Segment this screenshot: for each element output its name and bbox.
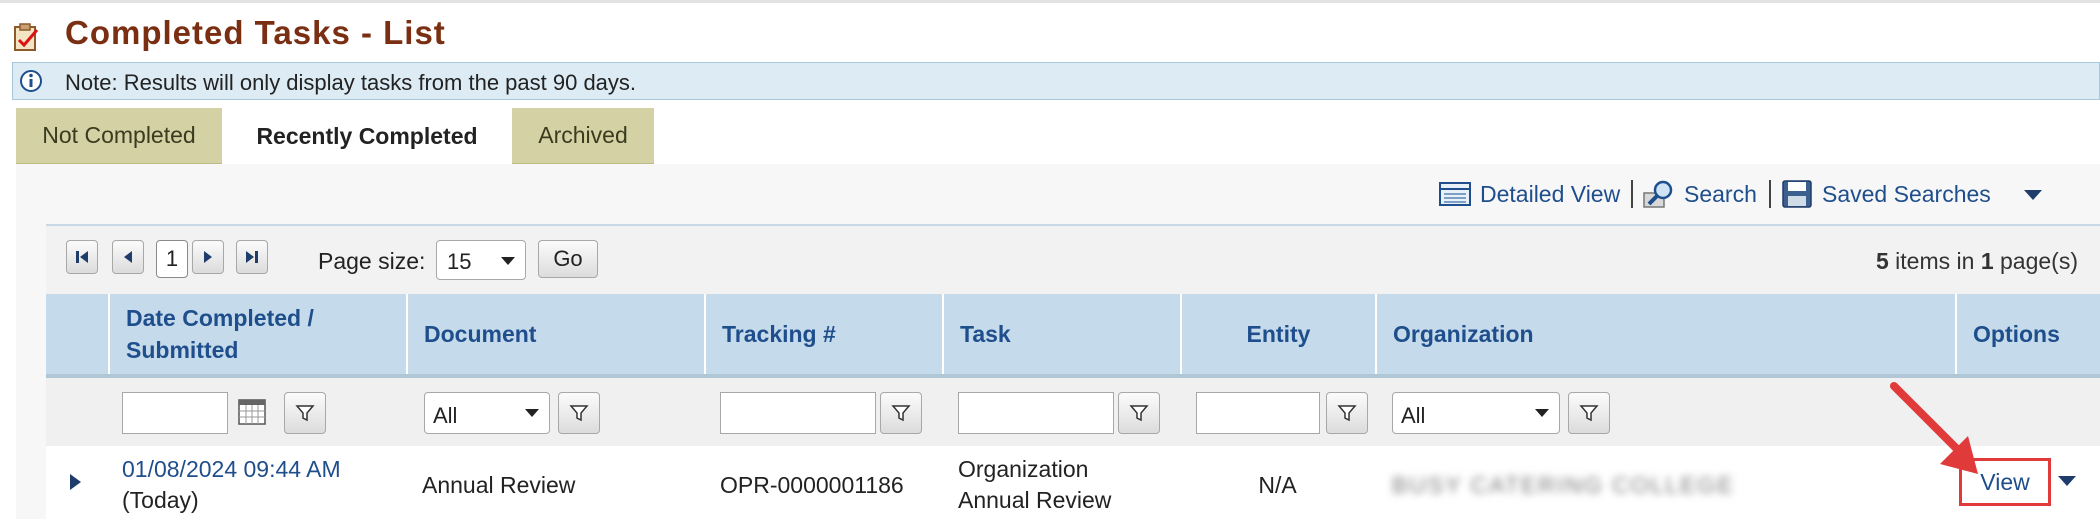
document-filter-button[interactable] xyxy=(558,392,600,434)
items-info: 5 items in 1 page(s) xyxy=(1876,248,2078,275)
date-filter-button[interactable] xyxy=(284,392,326,434)
search-label: Search xyxy=(1684,180,1757,207)
first-page-button[interactable] xyxy=(66,240,98,274)
column-date-line2: Submitted xyxy=(126,337,239,363)
clipboard-check-icon xyxy=(14,23,39,51)
task-filter-button[interactable] xyxy=(1118,392,1160,434)
organization-cell: BUSY CATERING COLLEGE xyxy=(1392,472,1735,498)
organization-filter-value: All xyxy=(1401,403,1426,428)
task-line1: Organization xyxy=(958,456,1089,482)
tab-recently-completed[interactable]: Recently Completed xyxy=(226,108,508,164)
entity-filter-input[interactable] xyxy=(1196,392,1320,434)
filter-row: All All xyxy=(46,378,2100,446)
tracking-filter-input[interactable] xyxy=(720,392,876,434)
chevron-down-icon xyxy=(501,257,515,265)
toolbar-separator xyxy=(1769,180,1771,208)
tab-archived[interactable]: Archived xyxy=(512,108,654,164)
pager: 1 Page size: 15 Go 5 items in 1 page(s) xyxy=(46,226,2100,294)
filter-icon xyxy=(569,405,589,422)
filter-icon xyxy=(1579,405,1599,422)
last-page-icon xyxy=(246,251,258,263)
date-completed-cell: 01/08/2024 09:44 AM (Today) xyxy=(122,454,341,516)
go-button[interactable]: Go xyxy=(538,240,598,278)
tracking-cell: OPR-0000001186 xyxy=(720,472,904,498)
items-text-2: page(s) xyxy=(1993,248,2078,274)
document-filter-select[interactable]: All xyxy=(424,392,550,434)
expand-column-header xyxy=(46,294,108,374)
column-entity[interactable]: Entity xyxy=(1180,294,1375,374)
tab-not-completed[interactable]: Not Completed xyxy=(16,108,222,164)
column-date-completed[interactable]: Date Completed / Submitted xyxy=(108,294,406,374)
organization-filter-select[interactable]: All xyxy=(1392,392,1560,434)
detailed-view-button[interactable]: Detailed View xyxy=(1438,176,1620,212)
task-line2: Annual Review xyxy=(958,487,1112,513)
filter-icon xyxy=(295,405,315,422)
saved-searches-button[interactable]: Saved Searches xyxy=(1780,176,1991,212)
detailed-view-label: Detailed View xyxy=(1480,180,1621,207)
column-date-line1: Date Completed / xyxy=(126,305,314,331)
entity-cell: N/A xyxy=(1258,472,1297,498)
column-task[interactable]: Task xyxy=(942,294,1180,374)
table-row: 01/08/2024 09:44 AM (Today) Annual Revie… xyxy=(46,446,2100,519)
filter-icon xyxy=(1337,405,1357,422)
magnifier-icon xyxy=(1643,180,1673,208)
search-button[interactable]: Search xyxy=(1642,176,1757,212)
date-filter-input[interactable] xyxy=(122,392,228,434)
info-note: Note: Results will only display tasks fr… xyxy=(12,62,2100,100)
entity-filter-button[interactable] xyxy=(1326,392,1368,434)
date-completed-note: (Today) xyxy=(122,487,199,513)
page-count: 1 xyxy=(1980,248,1994,274)
note-text: Note: Results will only display tasks fr… xyxy=(65,70,637,95)
date-completed-value: 01/08/2024 09:44 AM xyxy=(122,456,341,482)
first-page-icon xyxy=(76,251,88,263)
prev-page-icon xyxy=(124,251,132,263)
tracking-filter-button[interactable] xyxy=(880,392,922,434)
grid-header: Date Completed / Submitted Document Trac… xyxy=(46,294,2100,378)
tasks-grid: 1 Page size: 15 Go 5 items in 1 page(s) … xyxy=(46,224,2100,519)
toolbar-separator xyxy=(1631,180,1633,208)
page-title: Completed Tasks - List xyxy=(65,14,446,51)
page-size-select[interactable]: 15 xyxy=(436,240,526,280)
filter-icon xyxy=(1129,405,1149,422)
filter-icon xyxy=(891,405,911,422)
calendar-button[interactable] xyxy=(236,396,268,428)
next-page-button[interactable] xyxy=(192,240,224,274)
top-border xyxy=(0,0,2100,3)
column-document[interactable]: Document xyxy=(406,294,704,374)
floppy-disk-icon xyxy=(1782,180,1812,208)
table-view-icon xyxy=(1439,182,1471,206)
organization-filter-button[interactable] xyxy=(1568,392,1610,434)
chevron-down-icon xyxy=(1535,409,1549,417)
page-size-value: 15 xyxy=(447,249,472,274)
annotation-arrow-icon xyxy=(1890,382,1978,474)
items-count: 5 xyxy=(1876,248,1889,274)
column-tracking[interactable]: Tracking # xyxy=(704,294,942,374)
column-organization[interactable]: Organization xyxy=(1375,294,1955,374)
items-text-1: items in xyxy=(1888,248,1981,274)
last-page-button[interactable] xyxy=(236,240,268,274)
row-options-dropdown-caret[interactable] xyxy=(2058,476,2076,486)
page-size-label: Page size: xyxy=(318,248,426,274)
chevron-down-icon xyxy=(525,409,539,417)
calendar-icon xyxy=(238,399,266,425)
task-filter-input[interactable] xyxy=(958,392,1114,434)
expand-row-icon[interactable] xyxy=(70,474,81,490)
grid-toolbar: Detailed View Search Saved Searches xyxy=(0,176,2100,212)
document-cell: Annual Review xyxy=(422,472,576,498)
task-cell: Organization Annual Review xyxy=(958,454,1111,516)
saved-searches-label: Saved Searches xyxy=(1822,180,1991,207)
title-bar: Completed Tasks - List xyxy=(0,12,2100,60)
info-icon xyxy=(20,70,42,92)
prev-page-button[interactable] xyxy=(112,240,144,274)
current-page-number[interactable]: 1 xyxy=(156,240,188,278)
column-options: Options xyxy=(1955,294,2100,374)
document-filter-value: All xyxy=(433,403,458,428)
saved-searches-dropdown-caret[interactable] xyxy=(2024,190,2042,200)
next-page-icon xyxy=(204,251,212,263)
